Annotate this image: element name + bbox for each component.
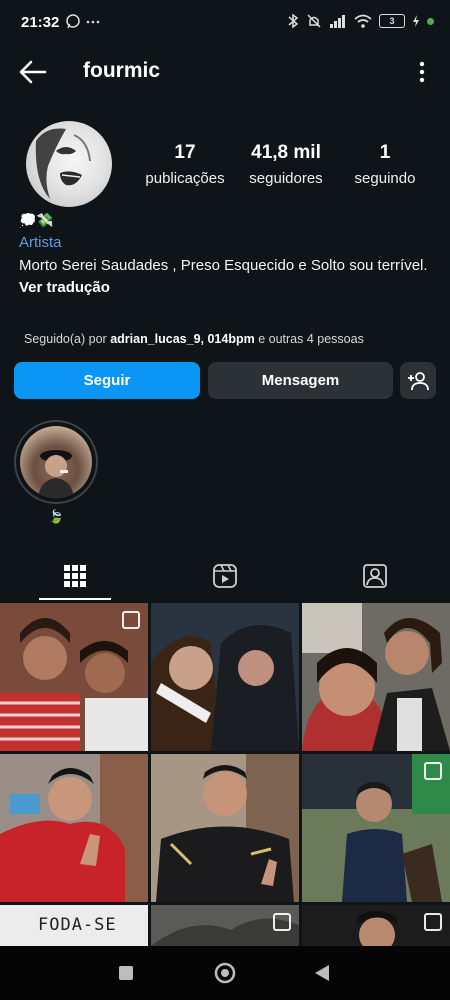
home-button[interactable] [195,946,255,1000]
back-triangle-icon [315,965,329,981]
followers-label: seguidores [249,170,323,187]
highlight-label: 🍃 [48,509,65,524]
system-navigation-bar [0,946,450,1000]
post-thumbnail[interactable] [302,905,450,946]
bio-emoji: 💭💸 [19,212,54,228]
active-tab-indicator [39,598,111,600]
reels-icon [213,564,237,588]
tagged-icon [363,564,387,588]
profile-username: fourmic [83,59,161,82]
following-count: 1 [379,142,391,163]
highlight-cover [20,426,92,498]
system-icons: 3 [287,13,434,29]
post-image [0,754,148,902]
tab-reels[interactable] [150,552,300,600]
avatar-image [35,128,91,199]
stat-posts[interactable]: 17 publicações [140,142,230,187]
post-thumbnail[interactable] [0,603,148,751]
battery-icon: 3 [379,14,405,28]
post-image [151,754,299,902]
profile-bio: 💭💸 Artista Morto Serei Saudades , Preso … [19,212,439,296]
post-thumbnail[interactable] [302,754,450,902]
status-dot [427,17,434,25]
system-back-button[interactable] [292,946,352,1000]
followed-prefix: Seguido(a) por [24,332,107,346]
followed-users: adrian_lucas_9, 014bpm [110,332,255,346]
bluetooth-icon [288,13,299,29]
post-thumbnail[interactable] [0,754,148,902]
wifi-icon [354,14,372,28]
bio-text: Morto Serei Saudades , Preso Esquecido e… [19,257,428,274]
posts-label: publicações [145,170,225,187]
signal-icon [330,15,345,28]
post-thumbnail[interactable]: FODA-SE [0,905,148,946]
post-image [302,603,450,751]
see-translation-link[interactable]: Ver tradução [19,279,439,296]
tab-posts-grid[interactable] [0,552,150,600]
recents-square-icon [119,966,133,980]
stat-following[interactable]: 1 seguindo [345,142,425,187]
profile-tabs [0,552,450,600]
post-caption-text: FODA-SE [38,915,117,935]
more-options-button[interactable] [418,61,426,83]
highlight-image [38,450,74,498]
home-circle-icon [214,962,236,984]
status-bar: 21:32 3 [0,0,450,44]
profile-header: fourmic [0,48,450,96]
back-button[interactable] [18,58,48,86]
followers-count: 41,8 mil [251,142,321,163]
post-thumbnail[interactable] [151,905,299,946]
post-thumbnail[interactable] [302,603,450,751]
posts-count: 17 [174,142,196,163]
charging-icon [413,15,419,27]
follow-button[interactable]: Seguir [14,362,200,399]
notification-icons [66,13,106,32]
following-label: seguindo [354,170,416,187]
status-time: 21:32 [21,14,60,31]
bio-category: Artista [19,234,62,251]
suggest-users-button[interactable] [400,362,436,399]
post-image [151,603,299,751]
stat-followers[interactable]: 41,8 mil seguidores [240,142,332,187]
whatsapp-icon [66,14,100,29]
message-button[interactable]: Mensagem [208,362,393,399]
post-thumbnail[interactable] [151,603,299,751]
kebab-menu-icon [419,61,425,83]
mute-icon [307,14,321,28]
arrow-left-icon [19,60,47,84]
tab-tagged[interactable] [300,552,450,600]
post-thumbnail[interactable] [151,754,299,902]
carousel-icon [122,611,140,629]
recents-button[interactable] [96,946,156,1000]
followed-by[interactable]: Seguido(a) por adrian_lucas_9, 014bpm e … [24,332,364,346]
carousel-icon [273,913,291,931]
grid-icon [64,565,86,587]
add-person-icon [408,371,429,390]
carousel-icon [424,913,442,931]
profile-avatar[interactable] [26,121,112,207]
followed-suffix: e outras 4 pessoas [258,332,364,346]
story-highlight[interactable] [14,420,98,504]
carousel-icon [424,762,442,780]
